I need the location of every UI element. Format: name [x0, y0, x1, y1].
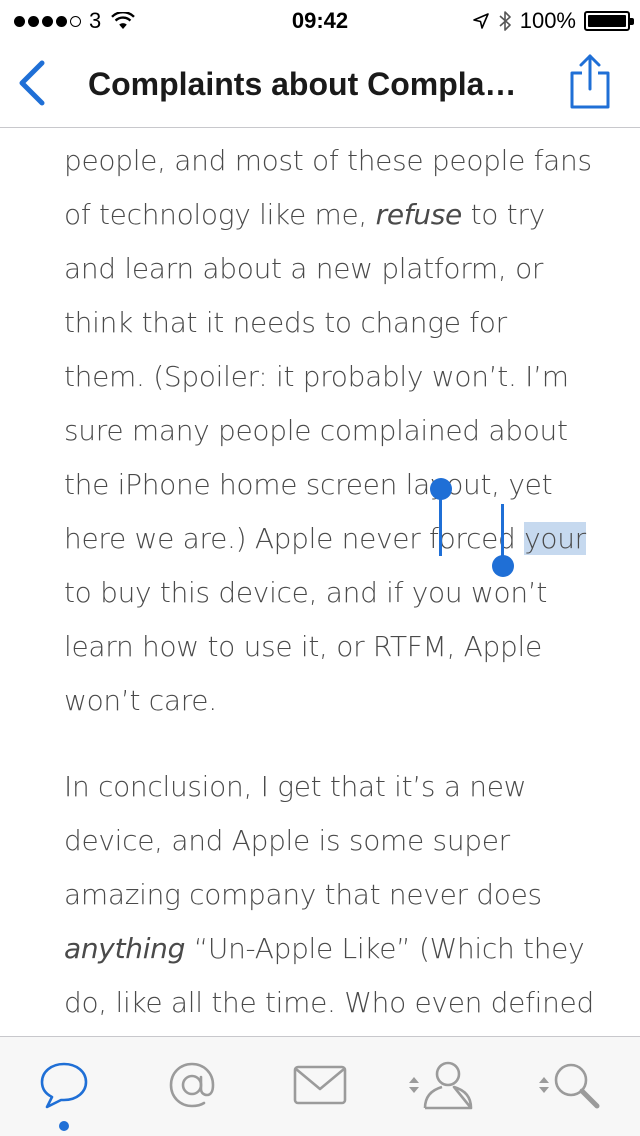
tab-bar	[0, 1036, 640, 1136]
tab-profile[interactable]	[402, 1055, 482, 1115]
status-bar: 3 09:42 100%	[0, 0, 640, 40]
selection-start-caret	[439, 496, 442, 556]
location-arrow-icon	[472, 13, 489, 29]
selection-end-caret	[501, 504, 504, 558]
page-title: Complaints about Compla…	[88, 66, 517, 102]
search-icon	[554, 1063, 600, 1109]
bluetooth-icon	[499, 11, 511, 31]
wifi-icon	[111, 12, 136, 29]
profile-icon	[423, 1061, 473, 1110]
battery-fill	[588, 15, 626, 27]
battery-icon	[584, 11, 634, 31]
paragraph-text: to buy this device, and if you won’t lea…	[64, 576, 548, 717]
active-tab-indicator	[59, 1121, 69, 1131]
article-body[interactable]: people, and most of these people fans of…	[64, 128, 594, 1036]
paragraph-text: In conclusion, I get that it’s a new dev…	[64, 770, 542, 911]
paragraph: In conclusion, I get that it’s a new dev…	[64, 760, 594, 1030]
battery-percent: 100%	[519, 8, 576, 33]
search-scope-icon	[539, 1077, 549, 1093]
paragraph: people, and most of these people fans of…	[64, 134, 594, 728]
account-switch-icon	[409, 1077, 419, 1093]
navigation-bar: Complaints about Compla…	[0, 40, 640, 128]
tab-mentions[interactable]	[152, 1055, 232, 1115]
tab-search[interactable]	[530, 1055, 610, 1115]
back-button[interactable]	[12, 58, 52, 108]
envelope-icon	[293, 1065, 347, 1105]
status-right: 100%	[472, 8, 634, 34]
paragraph-text: to try and learn about a new platform, o…	[64, 198, 569, 555]
selected-text[interactable]: your	[524, 522, 586, 555]
share-icon	[570, 54, 610, 109]
emphasis-text: refuse	[375, 198, 463, 231]
carrier-name: 3	[89, 8, 102, 33]
screen: 3 09:42 100% Complaints about Compla… pe…	[0, 0, 640, 1136]
at-sign-icon	[169, 1062, 215, 1108]
emphasis-text: anything	[64, 932, 186, 965]
tab-conversations[interactable]	[24, 1055, 104, 1115]
speech-bubble-icon	[40, 1062, 88, 1109]
chevron-left-icon	[19, 60, 45, 106]
share-button[interactable]	[566, 52, 614, 112]
status-left: 3	[14, 8, 136, 34]
signal-strength-icon	[14, 15, 81, 27]
selection-end-handle[interactable]	[492, 555, 514, 577]
tab-messages[interactable]	[280, 1055, 360, 1115]
